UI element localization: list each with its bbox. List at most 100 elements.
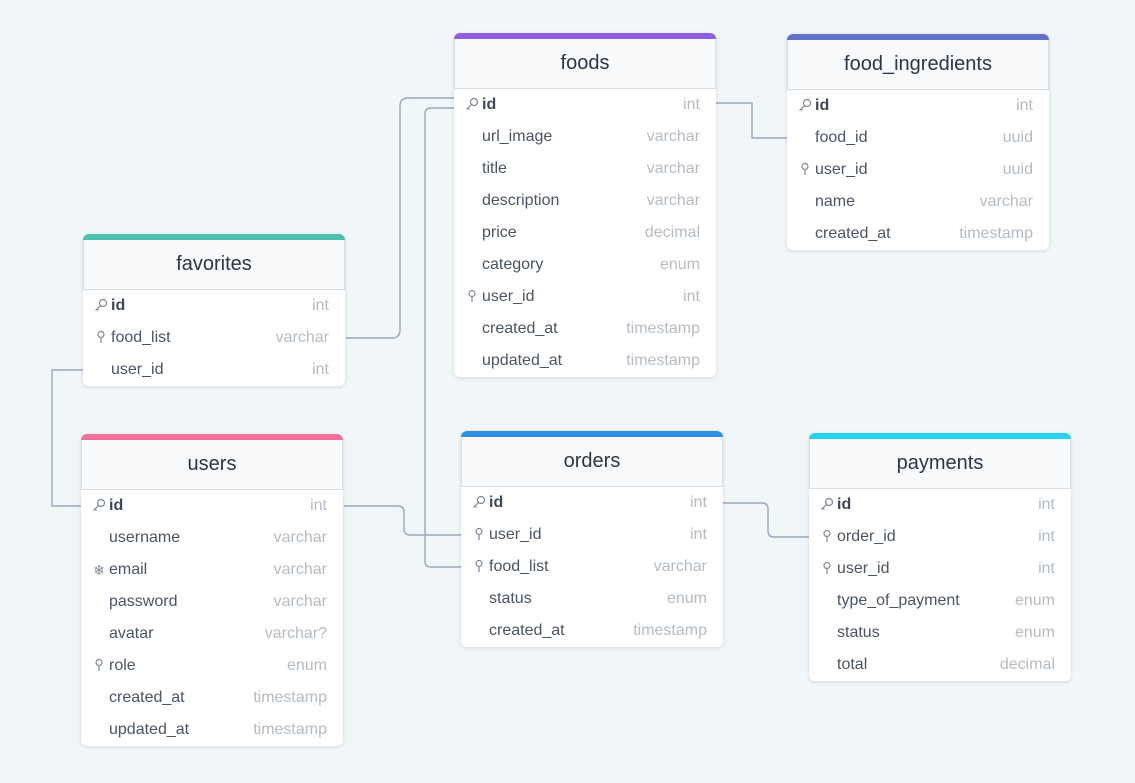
field-type: varchar <box>273 529 327 546</box>
relation-favorites-foods <box>346 97 454 339</box>
table-users[interactable]: users id int username varchar ❄ email va… <box>81 434 343 746</box>
field-row[interactable]: user_id int <box>809 553 1071 585</box>
field-name: password <box>109 593 178 610</box>
field-row[interactable]: title varchar <box>454 153 716 185</box>
table-orders[interactable]: orders id int user_id int food_list varc… <box>461 431 723 647</box>
field-type: int <box>1038 528 1055 545</box>
field-type: int <box>683 96 700 113</box>
field-name: avatar <box>109 625 154 642</box>
table-header[interactable]: favorites <box>83 240 345 290</box>
table-header[interactable]: orders <box>461 437 723 487</box>
field-row[interactable]: created_at timestamp <box>81 682 343 714</box>
field-row[interactable]: user_id int <box>461 519 723 551</box>
field-row[interactable]: total decimal <box>809 649 1071 681</box>
field-name: url_image <box>482 128 553 145</box>
field-row[interactable]: name varchar <box>787 186 1049 218</box>
field-row[interactable]: id int <box>809 489 1071 521</box>
field-row[interactable]: id int <box>454 89 716 121</box>
field-row[interactable]: updated_at timestamp <box>454 345 716 377</box>
field-type: varchar <box>979 193 1033 210</box>
field-row[interactable]: price decimal <box>454 217 716 249</box>
table-food-ingredients[interactable]: food_ingredients id int food_id uuid use… <box>787 34 1049 250</box>
field-name: id <box>109 497 124 514</box>
field-row[interactable]: id int <box>787 90 1049 122</box>
field-name: id <box>837 496 852 513</box>
field-type: int <box>690 526 707 543</box>
field-type: int <box>683 288 700 305</box>
field-type: int <box>312 361 329 378</box>
index-pin-icon <box>795 162 815 179</box>
field-row[interactable]: updated_at timestamp <box>81 714 343 746</box>
field-row[interactable]: status enum <box>809 617 1071 649</box>
field-name: category <box>482 256 544 273</box>
field-name: type_of_payment <box>837 592 960 609</box>
field-name: user_id <box>482 288 535 305</box>
field-row[interactable]: url_image varchar <box>454 121 716 153</box>
field-type: decimal <box>999 656 1055 673</box>
field-name: food_list <box>489 558 549 575</box>
field-type: enum <box>1014 592 1055 609</box>
key-icon <box>91 298 111 315</box>
field-row[interactable]: created_at timestamp <box>787 218 1049 250</box>
field-name: title <box>482 160 507 177</box>
field-row[interactable]: created_at timestamp <box>461 615 723 647</box>
field-row[interactable]: role enum <box>81 650 343 682</box>
field-row[interactable]: ❄ email varchar <box>81 554 343 586</box>
field-name: username <box>109 529 181 546</box>
field-row[interactable]: id int <box>461 487 723 519</box>
field-row[interactable]: food_list varchar <box>461 551 723 583</box>
field-row[interactable]: password varchar <box>81 586 343 618</box>
table-header[interactable]: users <box>81 440 343 490</box>
field-row[interactable]: username varchar <box>81 522 343 554</box>
key-icon <box>469 495 489 512</box>
field-row[interactable]: user_id uuid <box>787 154 1049 186</box>
field-row[interactable]: id int <box>81 490 343 522</box>
table-favorites[interactable]: favorites id int food_list varchar user_… <box>83 234 345 386</box>
key-icon <box>817 497 837 514</box>
field-row[interactable]: id int <box>83 290 345 322</box>
index-pin-icon <box>469 527 489 544</box>
field-type: int <box>1016 97 1033 114</box>
table-header[interactable]: food_ingredients <box>787 40 1049 90</box>
field-type: timestamp <box>626 352 700 369</box>
field-name: email <box>109 561 148 578</box>
field-type: int <box>312 297 329 314</box>
field-type: varchar <box>646 160 700 177</box>
field-row[interactable]: food_id uuid <box>787 122 1049 154</box>
field-type: enum <box>666 590 707 607</box>
field-type: decimal <box>644 224 700 241</box>
field-type: enum <box>659 256 700 273</box>
field-name: user_id <box>489 526 542 543</box>
field-row[interactable]: description varchar <box>454 185 716 217</box>
field-name: total <box>837 656 868 673</box>
field-row[interactable]: status enum <box>461 583 723 615</box>
field-row[interactable]: user_id int <box>454 281 716 313</box>
index-pin-icon <box>817 561 837 578</box>
field-type: timestamp <box>633 622 707 639</box>
index-pin-icon <box>817 529 837 546</box>
field-row[interactable]: category enum <box>454 249 716 281</box>
field-type: enum <box>1014 624 1055 641</box>
field-name: price <box>482 224 517 241</box>
field-type: uuid <box>1002 161 1033 178</box>
field-type: varchar <box>273 593 327 610</box>
field-row[interactable]: avatar varchar? <box>81 618 343 650</box>
table-foods[interactable]: foods id int url_image varchar title var… <box>454 33 716 377</box>
field-type: uuid <box>1002 129 1033 146</box>
field-row[interactable]: order_id int <box>809 521 1071 553</box>
field-row[interactable]: food_list varchar <box>83 322 345 354</box>
index-pin-icon <box>91 330 111 347</box>
unique-snowflake-icon: ❄ <box>93 561 105 578</box>
field-row[interactable]: type_of_payment enum <box>809 585 1071 617</box>
field-row[interactable]: user_id int <box>83 354 345 386</box>
field-name: status <box>837 624 880 641</box>
field-name: updated_at <box>109 721 190 738</box>
relation-orders-payments <box>723 502 809 538</box>
index-pin-icon <box>89 658 109 675</box>
table-header[interactable]: foods <box>454 39 716 89</box>
table-payments[interactable]: payments id int order_id int user_id int… <box>809 433 1071 681</box>
field-row[interactable]: created_at timestamp <box>454 313 716 345</box>
field-type: varchar <box>275 329 329 346</box>
field-name: description <box>482 192 560 209</box>
table-header[interactable]: payments <box>809 439 1071 489</box>
